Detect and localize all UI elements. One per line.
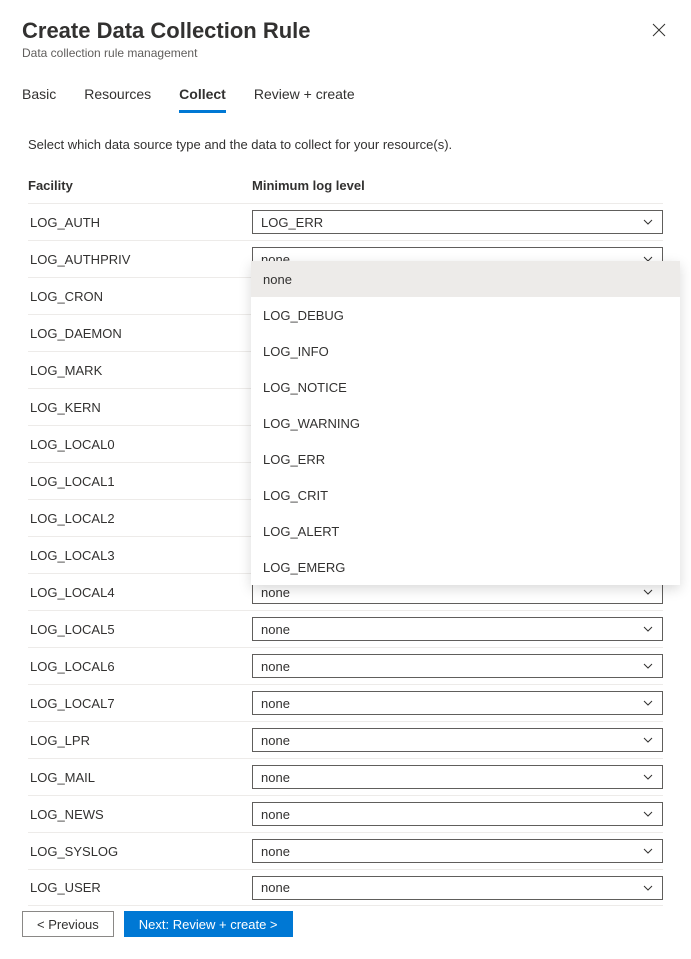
- chevron-down-icon: [642, 845, 654, 857]
- page-title: Create Data Collection Rule: [22, 18, 669, 44]
- table-row: LOG_MAILnone: [28, 758, 663, 795]
- log-level-select[interactable]: none: [252, 691, 663, 715]
- facility-name: LOG_LOCAL0: [28, 437, 252, 452]
- tab-review-create[interactable]: Review + create: [254, 86, 355, 113]
- table-row: LOG_AUTHLOG_ERR: [28, 203, 663, 240]
- log-level-select[interactable]: none: [252, 802, 663, 826]
- chevron-down-icon: [642, 771, 654, 783]
- facility-name: LOG_USER: [28, 880, 252, 895]
- facility-name: LOG_CRON: [28, 289, 252, 304]
- chevron-down-icon: [642, 586, 654, 598]
- log-level-select[interactable]: none: [252, 654, 663, 678]
- log-level-select[interactable]: none: [252, 839, 663, 863]
- facility-name: LOG_MARK: [28, 363, 252, 378]
- dropdown-option[interactable]: none: [251, 261, 680, 297]
- dropdown-option[interactable]: LOG_EMERG: [251, 549, 680, 585]
- dropdown-option[interactable]: LOG_INFO: [251, 333, 680, 369]
- chevron-down-icon: [642, 808, 654, 820]
- log-level-select[interactable]: none: [252, 765, 663, 789]
- column-header-facility: Facility: [28, 178, 252, 193]
- chevron-down-icon: [642, 623, 654, 635]
- chevron-down-icon: [642, 216, 654, 228]
- dropdown-option[interactable]: LOG_ERR: [251, 441, 680, 477]
- column-header-level: Minimum log level: [252, 178, 663, 193]
- facility-name: LOG_NEWS: [28, 807, 252, 822]
- facility-name: LOG_LOCAL1: [28, 474, 252, 489]
- previous-button[interactable]: < Previous: [22, 911, 114, 937]
- table-row: LOG_SYSLOGnone: [28, 832, 663, 869]
- tab-basic[interactable]: Basic: [22, 86, 56, 113]
- facility-name: LOG_AUTHPRIV: [28, 252, 252, 267]
- log-level-dropdown[interactable]: noneLOG_DEBUGLOG_INFOLOG_NOTICELOG_WARNI…: [251, 261, 680, 585]
- facility-name: LOG_SYSLOG: [28, 844, 252, 859]
- facility-name: LOG_LOCAL5: [28, 622, 252, 637]
- chevron-down-icon: [642, 882, 654, 894]
- facility-name: LOG_LOCAL4: [28, 585, 252, 600]
- chevron-down-icon: [642, 734, 654, 746]
- facility-name: LOG_DAEMON: [28, 326, 252, 341]
- chevron-down-icon: [642, 697, 654, 709]
- table-row: LOG_NEWSnone: [28, 795, 663, 832]
- close-icon: [652, 24, 666, 41]
- dropdown-option[interactable]: LOG_DEBUG: [251, 297, 680, 333]
- tab-collect[interactable]: Collect: [179, 86, 226, 113]
- close-button[interactable]: [649, 22, 669, 42]
- facility-name: LOG_LOCAL3: [28, 548, 252, 563]
- dropdown-option[interactable]: LOG_NOTICE: [251, 369, 680, 405]
- page-subtitle: Data collection rule management: [22, 46, 669, 60]
- table-row: LOG_LOCAL5none: [28, 610, 663, 647]
- log-level-select[interactable]: none: [252, 876, 663, 900]
- table-row: LOG_USERnone: [28, 869, 663, 906]
- dropdown-option[interactable]: LOG_CRIT: [251, 477, 680, 513]
- instruction-text: Select which data source type and the da…: [0, 113, 691, 168]
- facility-name: LOG_LOCAL7: [28, 696, 252, 711]
- log-level-select[interactable]: LOG_ERR: [252, 210, 663, 234]
- facility-name: LOG_KERN: [28, 400, 252, 415]
- facility-name: LOG_LPR: [28, 733, 252, 748]
- table-row: LOG_LPRnone: [28, 721, 663, 758]
- table-header: Facility Minimum log level: [28, 168, 663, 203]
- table-row: LOG_LOCAL7none: [28, 684, 663, 721]
- tab-resources[interactable]: Resources: [84, 86, 151, 113]
- facility-name: LOG_LOCAL6: [28, 659, 252, 674]
- dropdown-option[interactable]: LOG_WARNING: [251, 405, 680, 441]
- facility-name: LOG_LOCAL2: [28, 511, 252, 526]
- next-button[interactable]: Next: Review + create >: [124, 911, 293, 937]
- table-row: LOG_LOCAL6none: [28, 647, 663, 684]
- facility-name: LOG_AUTH: [28, 215, 252, 230]
- chevron-down-icon: [642, 660, 654, 672]
- facility-name: LOG_MAIL: [28, 770, 252, 785]
- dropdown-option[interactable]: LOG_ALERT: [251, 513, 680, 549]
- log-level-select[interactable]: none: [252, 617, 663, 641]
- tabs-nav: Basic Resources Collect Review + create: [0, 66, 691, 113]
- log-level-select[interactable]: none: [252, 728, 663, 752]
